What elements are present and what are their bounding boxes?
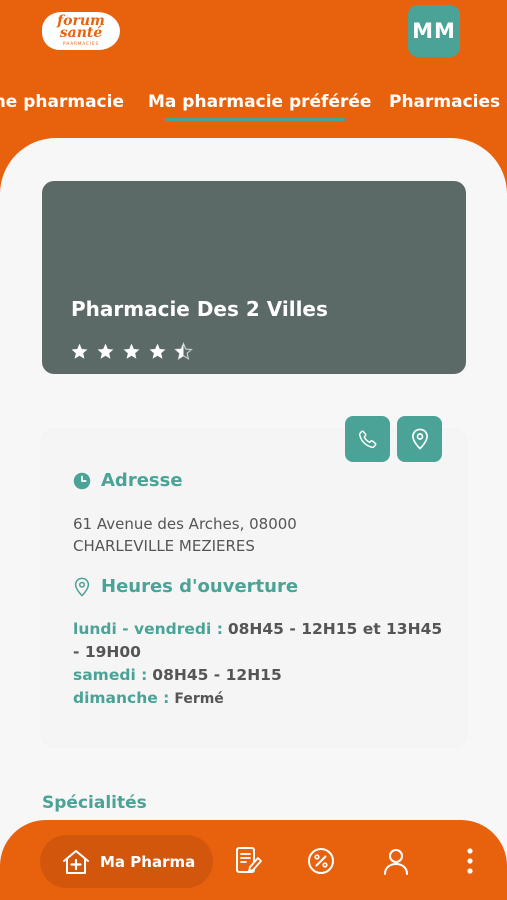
- address-text: 61 Avenue des Arches, 08000 CHARLEVILLE …: [73, 513, 297, 557]
- hours-row-sunday: dimanche : Fermé: [73, 687, 453, 711]
- nav-active-label: Ma Pharma: [100, 852, 196, 871]
- pharmacy-tabs: Une pharmacie Ma pharmacie préférée Phar…: [0, 84, 507, 124]
- tab-une-pharmacie[interactable]: Une pharmacie: [0, 92, 124, 112]
- nav-prescription[interactable]: [233, 846, 263, 876]
- prescription-icon: [236, 847, 262, 873]
- tab-pharmacies-de-garde[interactable]: Pharmacies de garde: [389, 92, 507, 112]
- main-content: Pharmacie Des 2 Villes Adresse 61 Avenue…: [0, 138, 507, 900]
- bottom-navigation: Ma Pharma: [0, 820, 507, 900]
- app-header: forum santé PHARMACIES MM: [0, 0, 507, 62]
- nav-promotions[interactable]: [306, 846, 336, 876]
- location-pin-icon: [74, 577, 90, 597]
- logo-text-sante: santé: [59, 25, 103, 41]
- directions-button[interactable]: [397, 416, 442, 462]
- user-avatar-button[interactable]: MM: [408, 5, 460, 57]
- call-button[interactable]: [345, 416, 390, 462]
- opening-hours: lundi - vendredi : 08H45 - 12H15 et 13H4…: [73, 618, 453, 711]
- address-line-2: CHARLEVILLE MEZIERES: [73, 537, 255, 555]
- clock-icon: [73, 472, 91, 489]
- discount-icon: [308, 848, 334, 874]
- hours-value: 08H45 - 12H15: [152, 666, 282, 684]
- hours-value: Fermé: [174, 691, 224, 707]
- hours-row-weekdays: lundi - vendredi : 08H45 - 12H15 et 13H4…: [73, 618, 453, 664]
- more-vertical-icon: [467, 848, 473, 874]
- pharmacy-hero-card: Pharmacie Des 2 Villes: [42, 181, 466, 374]
- nav-ma-pharma[interactable]: Ma Pharma: [40, 835, 213, 888]
- specialties-title: Spécialités: [42, 793, 147, 813]
- pharmacy-info-card: Adresse 61 Avenue des Arches, 08000 CHAR…: [42, 430, 466, 746]
- forum-sante-logo[interactable]: forum santé PHARMACIES: [42, 12, 120, 50]
- hours-day: samedi :: [73, 666, 148, 684]
- tab-label: Une pharmacie: [0, 92, 124, 112]
- active-tab-indicator: [165, 118, 345, 121]
- nav-more[interactable]: [455, 846, 485, 876]
- star-full-icon: [97, 343, 114, 359]
- hours-heading: Heures d'ouverture: [73, 576, 298, 597]
- home-plus-icon: [63, 849, 89, 874]
- tab-ma-pharmacie-preferee[interactable]: Ma pharmacie préférée: [148, 92, 371, 112]
- hours-day: dimanche :: [73, 689, 170, 707]
- pharmacy-name: Pharmacie Des 2 Villes: [71, 297, 328, 321]
- map-pin-icon: [411, 428, 428, 450]
- logo-text-pharmacies: PHARMACIES: [62, 41, 100, 46]
- user-icon: [384, 849, 408, 875]
- nav-account[interactable]: [381, 846, 411, 876]
- hours-row-saturday: samedi : 08H45 - 12H15: [73, 664, 453, 687]
- contact-actions: [345, 416, 442, 462]
- star-full-icon: [149, 343, 166, 359]
- hours-title: Heures d'ouverture: [101, 576, 299, 597]
- star-full-icon: [71, 343, 88, 359]
- star-half-icon: [174, 342, 193, 361]
- address-heading: Adresse: [73, 470, 183, 491]
- phone-icon: [358, 430, 376, 449]
- hours-day: lundi - vendredi :: [73, 620, 223, 638]
- address-line-1: 61 Avenue des Arches, 08000: [73, 515, 297, 533]
- star-full-icon: [123, 343, 140, 359]
- address-title: Adresse: [101, 470, 183, 491]
- rating-stars: [70, 342, 193, 361]
